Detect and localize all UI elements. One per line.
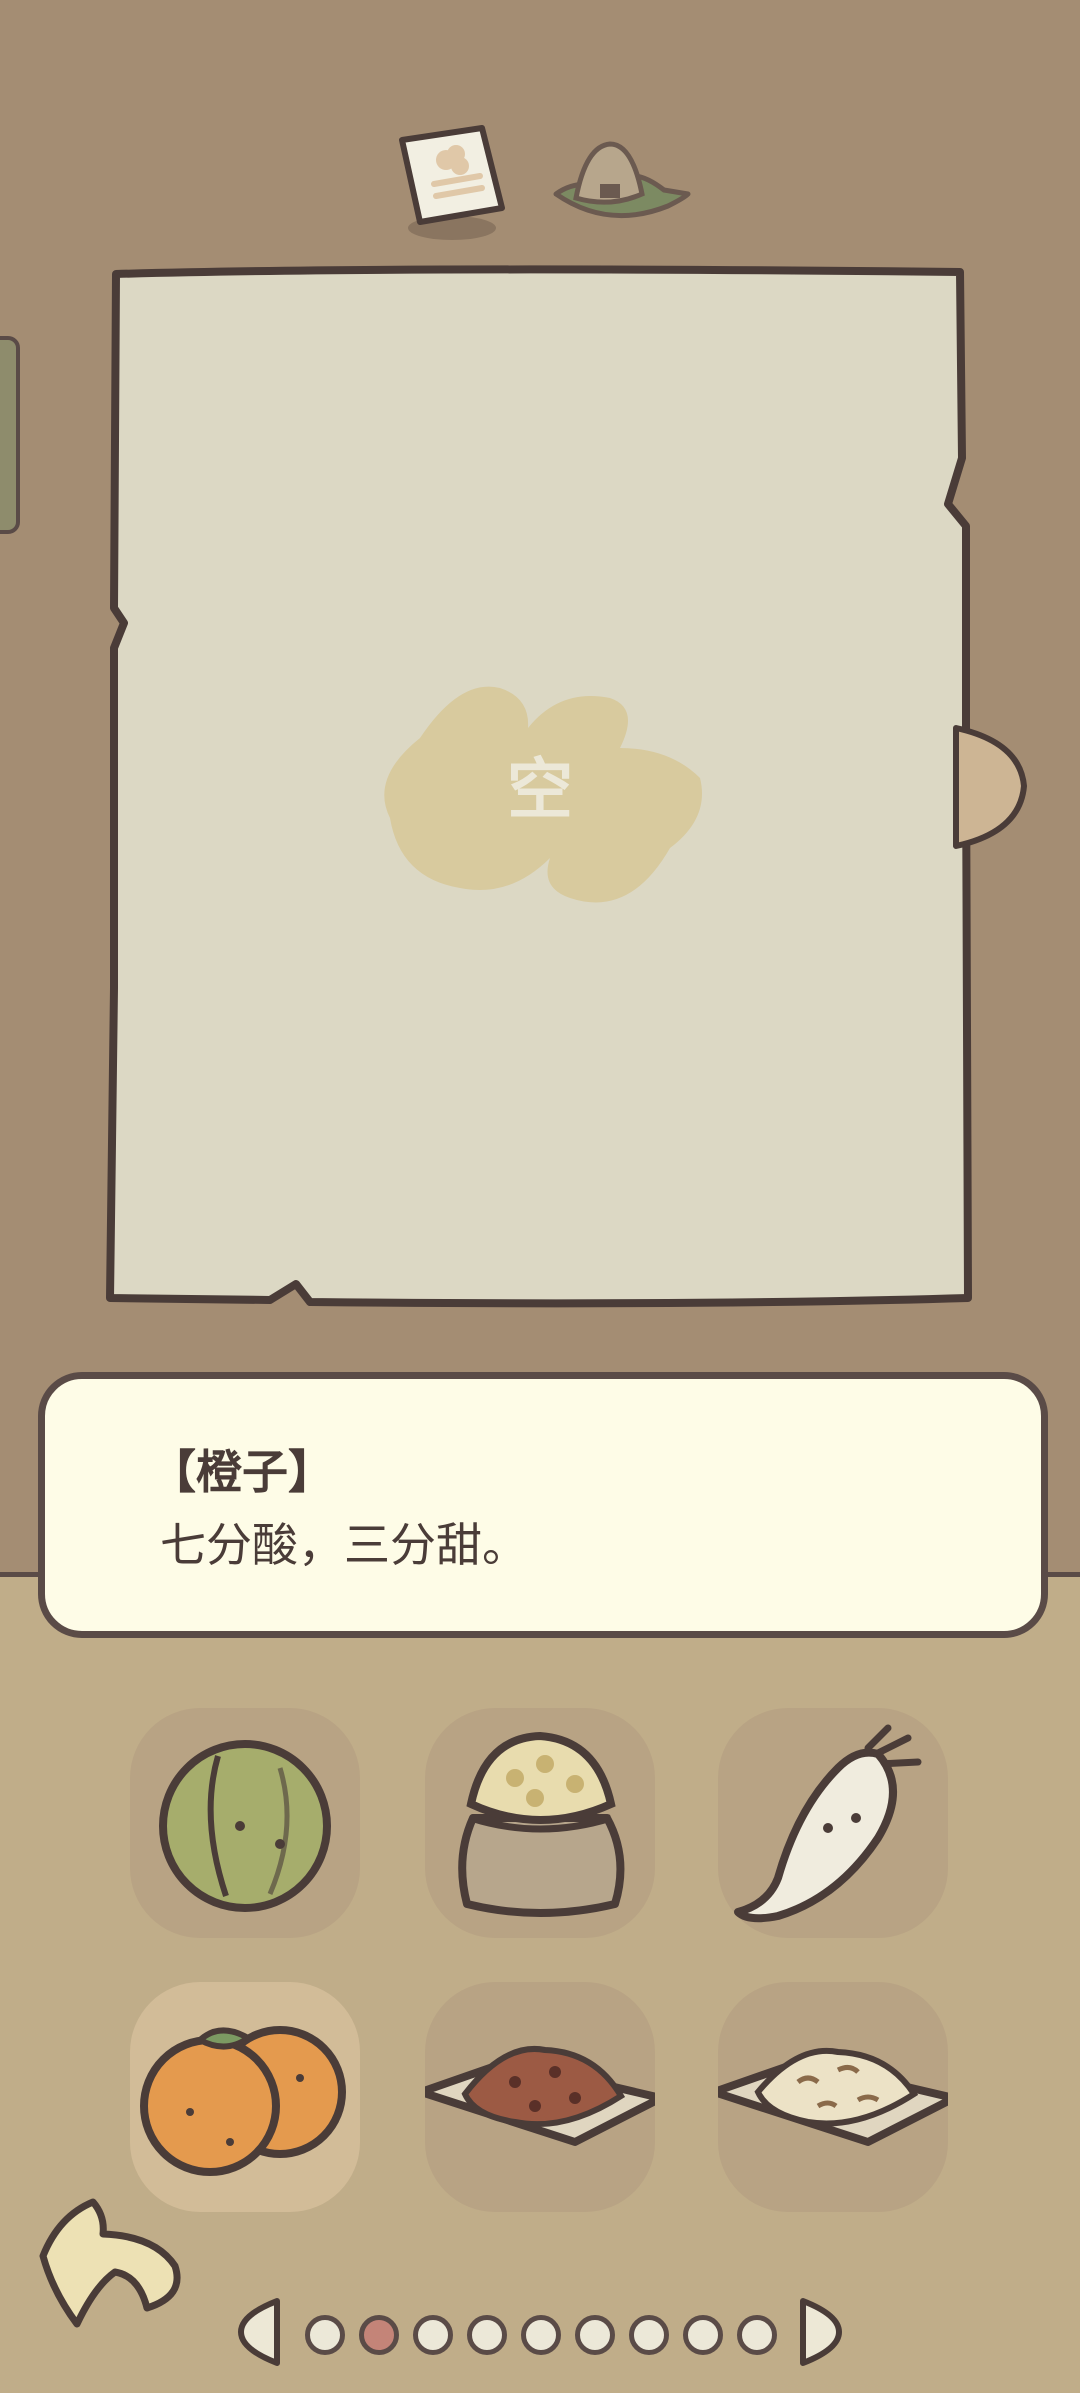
ingredient-slot-fried-rice[interactable] xyxy=(718,1982,948,2212)
item-description-dialog: 【橙子】 七分酸，三分甜。 xyxy=(38,1372,1048,1638)
plum-icon xyxy=(159,1740,331,1912)
page-dot-4[interactable] xyxy=(467,2315,507,2355)
grain-sack-icon xyxy=(458,1731,625,1917)
next-page-arrow[interactable] xyxy=(950,720,1030,855)
meat-sauce-plate-icon xyxy=(425,2046,655,2146)
back-button[interactable] xyxy=(35,2196,185,2336)
orange-icon xyxy=(140,2026,346,2176)
rice-ball-plate-icon[interactable] xyxy=(548,132,696,232)
ingredient-slot-plum[interactable] xyxy=(130,1708,360,1938)
radish-icon xyxy=(734,1724,922,1923)
ingredient-slot-grain[interactable] xyxy=(425,1708,655,1938)
page-dot-9[interactable] xyxy=(737,2315,777,2355)
page-dot-2[interactable] xyxy=(359,2315,399,2355)
item-description: 七分酸，三分甜。 xyxy=(160,1518,528,1572)
recipe-card-icon[interactable] xyxy=(390,118,520,248)
page-dot-1[interactable] xyxy=(305,2315,345,2355)
side-drawer-tab[interactable] xyxy=(0,336,20,534)
page-dot-3[interactable] xyxy=(413,2315,453,2355)
next-page-button[interactable] xyxy=(795,2295,845,2370)
page-dot-8[interactable] xyxy=(683,2315,723,2355)
page-indicator xyxy=(235,2295,845,2375)
item-name: 【橙子】 xyxy=(150,1445,334,1499)
prev-page-button[interactable] xyxy=(235,2295,285,2370)
ingredient-slot-meat-sauce[interactable] xyxy=(425,1982,655,2212)
empty-label: 空 xyxy=(507,751,573,828)
page-dot-7[interactable] xyxy=(629,2315,669,2355)
ingredient-slot-orange[interactable] xyxy=(130,1982,360,2212)
fried-rice-plate-icon xyxy=(718,2047,948,2146)
page-dot-6[interactable] xyxy=(575,2315,615,2355)
ingredient-slot-radish[interactable] xyxy=(718,1708,948,1938)
page-dot-5[interactable] xyxy=(521,2315,561,2355)
